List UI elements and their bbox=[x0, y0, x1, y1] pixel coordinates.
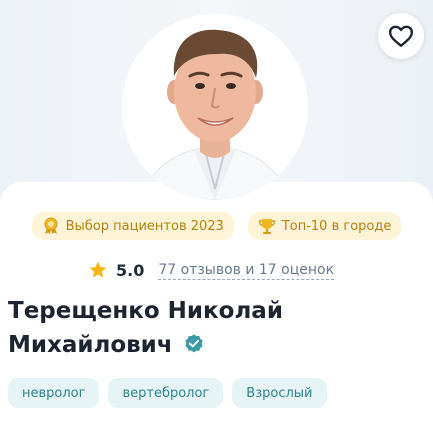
reviews-link[interactable]: 77 отзывов и 17 оценок bbox=[158, 261, 335, 280]
rating-score: 5.0 bbox=[116, 260, 145, 280]
award-badges: Выбор пациентов 2023 Топ-10 в городе bbox=[0, 212, 433, 240]
verified-icon bbox=[183, 331, 205, 365]
patients-choice-badge: Выбор пациентов 2023 bbox=[31, 212, 234, 240]
doctor-avatar bbox=[122, 14, 308, 200]
top10-label: Топ-10 в городе bbox=[281, 218, 392, 234]
tag-neurologist[interactable]: невролог bbox=[8, 378, 100, 408]
specialty-tags: невролог вертебролог Взрослый bbox=[8, 378, 327, 408]
tag-vertebrologist[interactable]: вертебролог bbox=[108, 378, 224, 408]
top10-badge: Топ-10 в городе bbox=[247, 212, 402, 240]
doctor-photo bbox=[122, 14, 308, 200]
star-icon bbox=[89, 261, 107, 278]
award-medal-icon bbox=[44, 217, 58, 234]
patients-choice-label: Выбор пациентов 2023 bbox=[65, 218, 224, 234]
doctor-name: Терещенко Николай Михайлович bbox=[8, 294, 428, 365]
heart-icon bbox=[388, 25, 414, 47]
doctor-name-line2: Михайлович bbox=[8, 332, 173, 358]
tag-adult[interactable]: Взрослый bbox=[232, 378, 327, 408]
trophy-icon bbox=[258, 219, 276, 234]
rating-row: 5.0 77 отзывов и 17 оценок bbox=[88, 258, 335, 282]
doctor-name-line1: Терещенко Николай bbox=[8, 298, 283, 324]
favorite-button[interactable] bbox=[378, 13, 424, 59]
